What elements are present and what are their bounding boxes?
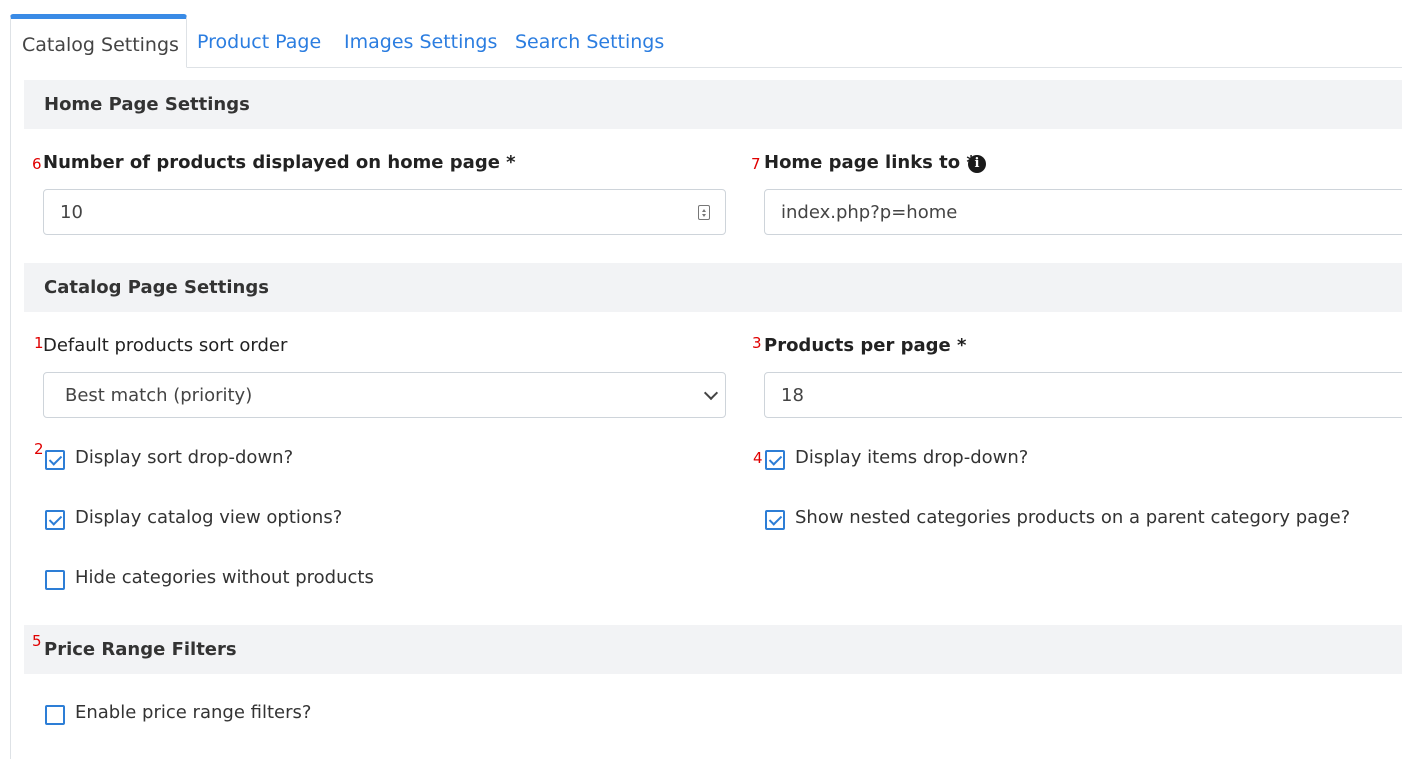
number-spinner-icon[interactable]	[698, 205, 710, 220]
settings-tabs: Catalog Settings Product Page Images Set…	[10, 14, 1402, 68]
tab-catalog-settings[interactable]: Catalog Settings	[10, 14, 187, 68]
tab-product-page[interactable]: Product Page	[197, 14, 321, 67]
home-links-input[interactable]: index.php?p=home	[764, 189, 1402, 235]
marker-4: 4	[753, 449, 763, 467]
marker-5: 5	[32, 632, 42, 650]
num-products-label: Number of products displayed on home pag…	[43, 152, 516, 173]
section-title: Catalog Page Settings	[44, 277, 269, 298]
marker-3: 3	[752, 334, 762, 352]
hide-empty-checkbox[interactable]	[45, 570, 65, 590]
display-sort-label: Display sort drop-down?	[75, 447, 294, 468]
price-filters-checkbox[interactable]	[45, 705, 65, 725]
per-page-value: 18	[781, 385, 804, 406]
num-products-value: 10	[60, 202, 83, 223]
panel-border	[10, 66, 11, 759]
marker-2: 2	[34, 440, 44, 458]
price-filters-label: Enable price range filters?	[75, 702, 312, 723]
display-items-label: Display items drop-down?	[795, 447, 1029, 468]
sort-order-value: Best match (priority)	[65, 385, 253, 406]
section-price-range-filters: Price Range Filters	[24, 625, 1402, 674]
home-links-value: index.php?p=home	[781, 202, 958, 223]
per-page-label: Products per page *	[764, 335, 967, 356]
marker-6: 6	[32, 155, 42, 173]
show-nested-checkbox[interactable]	[765, 510, 785, 530]
tab-images-settings[interactable]: Images Settings	[344, 14, 497, 67]
section-catalog-page-settings: Catalog Page Settings	[24, 263, 1402, 312]
sort-order-label: Default products sort order	[43, 335, 288, 356]
section-home-page-settings: Home Page Settings	[24, 80, 1402, 129]
display-view-checkbox[interactable]	[45, 510, 65, 530]
section-title: Home Page Settings	[44, 94, 250, 115]
info-icon[interactable]: i	[968, 155, 986, 173]
section-title: Price Range Filters	[44, 639, 237, 660]
per-page-input[interactable]: 18	[764, 372, 1402, 418]
marker-7: 7	[751, 155, 761, 173]
chevron-down-icon	[703, 385, 719, 401]
tab-search-settings[interactable]: Search Settings	[515, 14, 664, 67]
show-nested-label: Show nested categories products on a par…	[795, 507, 1351, 528]
display-sort-checkbox[interactable]	[45, 450, 65, 470]
num-products-input[interactable]: 10	[43, 189, 726, 235]
display-view-label: Display catalog view options?	[75, 507, 343, 528]
display-items-checkbox[interactable]	[765, 450, 785, 470]
home-links-label: Home page links to *	[764, 152, 976, 173]
hide-empty-label: Hide categories without products	[75, 567, 374, 588]
sort-order-select[interactable]: Best match (priority)	[43, 372, 726, 418]
